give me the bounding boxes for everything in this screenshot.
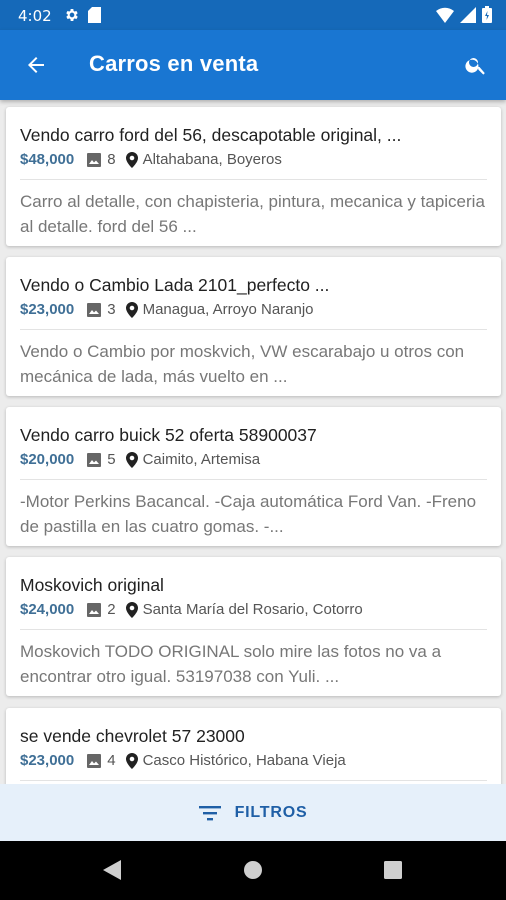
photo-icon [86, 602, 102, 618]
photo-icon [86, 302, 102, 318]
photo-count: 2 [107, 601, 116, 618]
filters-button[interactable]: FILTROS [0, 784, 506, 841]
listing-price: $24,000 [20, 601, 75, 618]
location-pin-icon [125, 601, 138, 618]
filter-list-icon [198, 805, 221, 820]
listing-card[interactable]: Moskovich original $24,000 2 Santa María… [6, 557, 501, 696]
listing-card[interactable]: Vendo carro buick 52 oferta 58900037 $20… [6, 407, 501, 546]
location-pin-icon [125, 151, 138, 168]
square-recents-icon [384, 861, 402, 879]
listing-location: Casco Histórico, Habana Vieja [142, 752, 346, 769]
divider [20, 329, 487, 330]
listing-card[interactable]: Vendo carro ford del 56, descapotable or… [6, 107, 501, 246]
listing-location: Caimito, Artemisa [142, 451, 261, 468]
listing-description: -Motor Perkins Bacancal. -Caja automátic… [20, 492, 477, 536]
divider [20, 479, 487, 480]
listing-card[interactable]: Vendo o Cambio Lada 2101_perfecto ... $2… [6, 257, 501, 396]
photo-icon [86, 152, 102, 168]
circle-home-icon [244, 861, 262, 879]
nav-back-button[interactable] [97, 855, 127, 885]
battery-icon [482, 6, 492, 27]
listing-price: $23,000 [20, 752, 75, 769]
status-time: 4:02 [18, 7, 52, 25]
nav-home-button[interactable] [238, 855, 268, 885]
listing-title: Vendo carro ford del 56, descapotable or… [20, 125, 402, 145]
navigation-bar [0, 841, 506, 900]
triangle-back-icon [103, 860, 121, 880]
listing-title: Moskovich original [20, 575, 164, 595]
location-pin-icon [125, 752, 138, 769]
listing-title: Vendo o Cambio Lada 2101_perfecto ... [20, 275, 330, 295]
back-button[interactable] [22, 51, 50, 79]
photo-count: 3 [107, 301, 116, 318]
photo-icon [86, 452, 102, 468]
listing-title: Vendo carro buick 52 oferta 58900037 [20, 425, 317, 445]
filters-label: FILTROS [234, 803, 308, 821]
nav-recents-button[interactable] [378, 855, 408, 885]
listing-location: Managua, Arroyo Naranjo [142, 301, 314, 318]
listing-price: $23,000 [20, 301, 75, 318]
search-button[interactable] [462, 51, 490, 79]
listing-location: Altahabana, Boyeros [142, 151, 282, 168]
wifi-icon [436, 7, 454, 27]
app-bar: Carros en venta [0, 30, 506, 100]
listing-location: Santa María del Rosario, Cotorro [142, 601, 363, 618]
listing-title: se vende chevrolet 57 23000 [20, 726, 245, 746]
settings-icon [64, 7, 80, 27]
photo-count: 5 [107, 451, 116, 468]
arrow-back-icon [28, 57, 44, 73]
location-pin-icon [125, 301, 138, 318]
status-bar: 4:02 [0, 0, 506, 30]
listing-description: Moskovich TODO ORIGINAL solo mire las fo… [20, 642, 442, 686]
photo-count: 4 [107, 752, 116, 769]
search-icon [465, 58, 485, 75]
signal-icon [460, 6, 476, 27]
page-title: Carros en venta [89, 51, 259, 76]
photo-count: 8 [107, 151, 116, 168]
listing-description: Carro al detalle, con chapisteria, pintu… [20, 192, 485, 236]
listing-card[interactable]: se vende chevrolet 57 23000 $23,000 4 Ca… [6, 708, 501, 784]
divider [20, 179, 487, 180]
photo-icon [86, 753, 102, 769]
sd-card-icon [88, 7, 101, 27]
listing-description: Vendo o Cambio por moskvich, VW escaraba… [20, 342, 465, 386]
listing-price: $20,000 [20, 451, 75, 468]
divider [20, 629, 487, 630]
divider [20, 780, 487, 781]
location-pin-icon [125, 451, 138, 468]
listing-price: $48,000 [20, 151, 75, 168]
listing-list: Vendo carro ford del 56, descapotable or… [0, 100, 506, 784]
